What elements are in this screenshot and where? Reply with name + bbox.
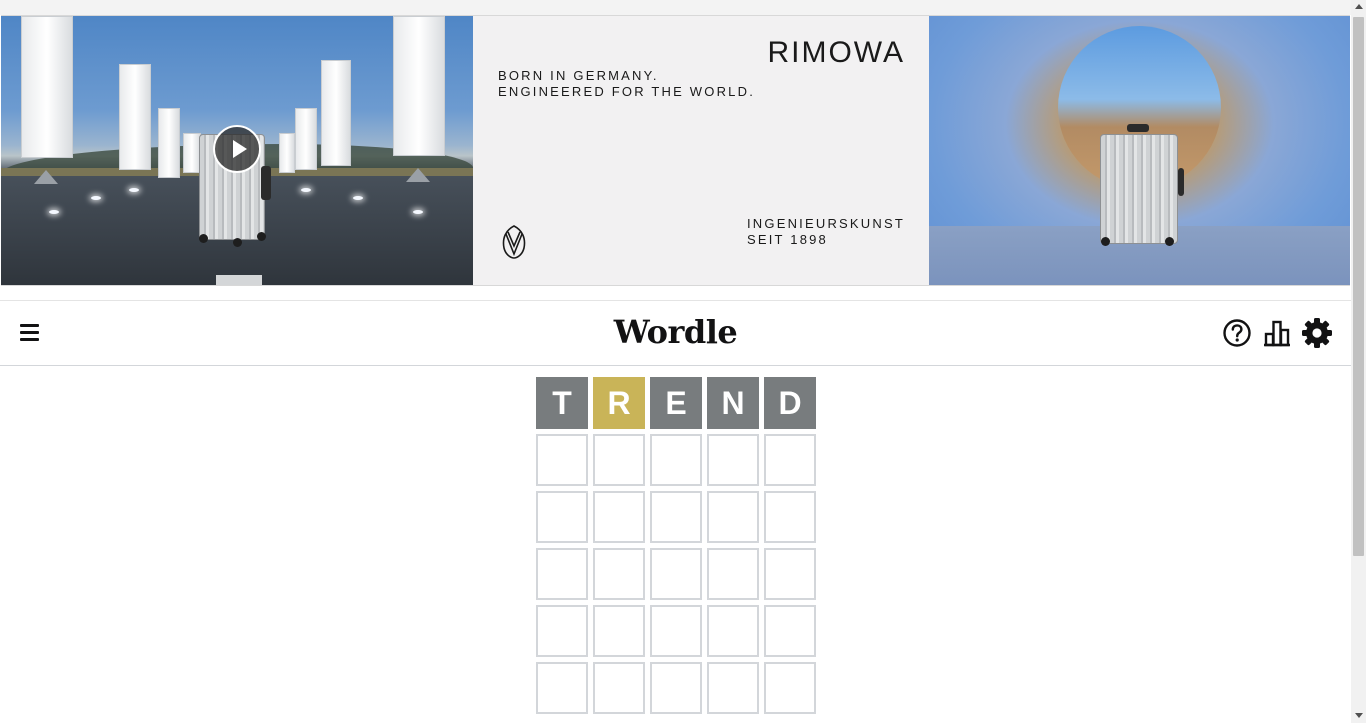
board-row [536, 662, 817, 714]
tile [707, 434, 759, 486]
ad-light [413, 210, 423, 214]
tile: D [764, 377, 816, 429]
ad-wheel [257, 232, 266, 241]
scroll-down-arrow-icon[interactable] [1355, 713, 1363, 718]
tile [650, 662, 702, 714]
tile: T [536, 377, 588, 429]
board-row: TREND [536, 377, 817, 429]
ad-since-line2: SEIT 1898 [747, 232, 828, 247]
advertisement-banner[interactable]: RIMOWA BORN IN GERMANY. ENGINEERED FOR T… [1, 15, 1350, 286]
ad-wheel [199, 234, 208, 243]
rimowa-emblem-icon [502, 225, 526, 259]
ad-tagline: BORN IN GERMANY. ENGINEERED FOR THE WORL… [498, 68, 755, 100]
tile [536, 548, 588, 600]
ad-wheel [1101, 237, 1110, 246]
tile [536, 491, 588, 543]
ad-light [49, 210, 59, 214]
board-row [536, 434, 817, 486]
tile [650, 548, 702, 600]
tile [650, 491, 702, 543]
game-board: TREND [536, 377, 817, 719]
game-header: Wordle [0, 300, 1351, 366]
ad-image-right[interactable] [929, 16, 1350, 285]
tile [764, 548, 816, 600]
tile [764, 434, 816, 486]
ad-tagline-line1: BORN IN GERMANY. [498, 68, 659, 83]
tile [707, 605, 759, 657]
tile [707, 662, 759, 714]
scroll-thumb[interactable] [1353, 17, 1364, 556]
ad-tagline-line2: ENGINEERED FOR THE WORLD. [498, 84, 756, 99]
tile [764, 491, 816, 543]
ad-wheel [1165, 237, 1174, 246]
ad-since-line1: INGENIEURSKUNST [747, 216, 905, 231]
ad-light [91, 196, 101, 200]
ad-since: INGENIEURSKUNST SEIT 1898 [747, 216, 905, 248]
page-title: Wordle [613, 313, 738, 351]
ad-brand-logo: RIMOWA [767, 36, 905, 69]
tile [764, 662, 816, 714]
board-row [536, 491, 817, 543]
tile [650, 434, 702, 486]
scroll-up-arrow-icon[interactable] [1355, 4, 1363, 9]
ad-panel [21, 16, 73, 158]
settings-icon[interactable] [1301, 317, 1333, 349]
browser-top-strip [0, 0, 1351, 15]
tile [536, 605, 588, 657]
ad-suitcase-handle [261, 166, 271, 200]
page-scrollbar[interactable] [1351, 0, 1366, 723]
ad-copy-panel[interactable]: RIMOWA BORN IN GERMANY. ENGINEERED FOR T… [473, 16, 929, 285]
tile [764, 605, 816, 657]
tile [593, 605, 645, 657]
tile [536, 434, 588, 486]
tile [707, 491, 759, 543]
ad-light [129, 188, 139, 192]
ad-light [353, 196, 363, 200]
tile [707, 548, 759, 600]
ad-wheel [233, 238, 242, 247]
ad-road-marking [216, 275, 262, 285]
help-icon[interactable] [1221, 317, 1253, 349]
tile [593, 434, 645, 486]
ad-suitcase [1100, 134, 1178, 244]
ad-video[interactable] [1, 16, 473, 285]
tile: N [707, 377, 759, 429]
statistics-icon[interactable] [1261, 317, 1293, 349]
tile [536, 662, 588, 714]
ad-panel [158, 108, 180, 178]
tile: E [650, 377, 702, 429]
board-row [536, 548, 817, 600]
ad-suitcase-handle [1127, 124, 1149, 132]
ad-panel [321, 60, 351, 166]
ad-panel [279, 133, 295, 173]
tile [593, 548, 645, 600]
tile [593, 491, 645, 543]
ad-panel [393, 16, 445, 156]
ad-suitcase-handle [1178, 168, 1184, 196]
ad-light [301, 188, 311, 192]
ad-panel [295, 108, 317, 170]
ad-panel [119, 64, 151, 170]
tile: R [593, 377, 645, 429]
board-row [536, 605, 817, 657]
tile [593, 662, 645, 714]
tile [650, 605, 702, 657]
play-button[interactable] [213, 125, 261, 173]
